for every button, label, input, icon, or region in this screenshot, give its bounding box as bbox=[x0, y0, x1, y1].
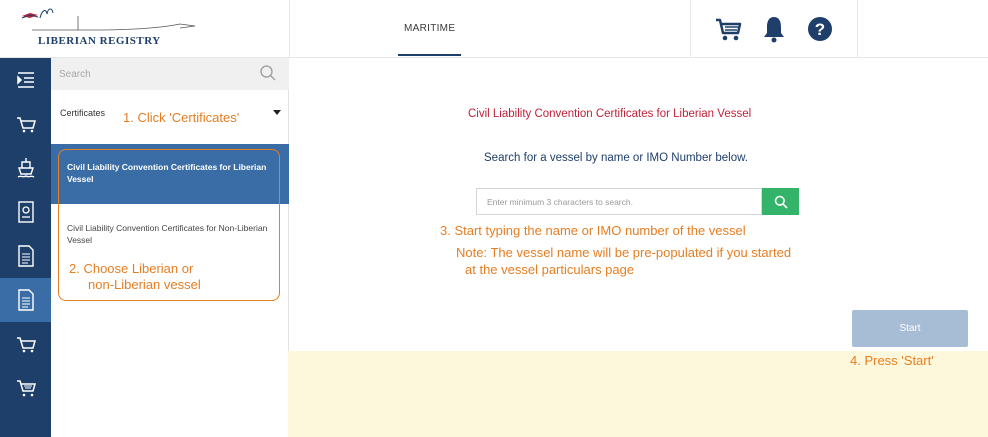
start-button[interactable]: Start bbox=[852, 310, 968, 347]
cart-icon[interactable] bbox=[713, 14, 743, 44]
flag-signature-icon bbox=[21, 8, 196, 31]
ship-icon[interactable] bbox=[0, 146, 51, 190]
sidebar-item-liberian-vessel[interactable]: Civil Liability Convention Certificates … bbox=[51, 144, 289, 204]
annotation-step-2-line-2: non-Liberian vessel bbox=[88, 277, 201, 292]
passport-icon[interactable] bbox=[0, 190, 51, 234]
logo-text: LIBERIAN REGISTRY bbox=[38, 35, 161, 47]
sidebar-item-non-liberian-vessel[interactable]: Civil Liability Convention Certificates … bbox=[51, 208, 289, 258]
annotation-step-4: 4. Press 'Start' bbox=[850, 353, 934, 368]
menu-icon[interactable] bbox=[0, 58, 51, 102]
help-icon[interactable]: ? bbox=[805, 14, 835, 44]
annotation-note-line-2: at the vessel particulars page bbox=[465, 262, 635, 277]
annotation-step-3: 3. Start typing the name or IMO number o… bbox=[440, 223, 746, 238]
ship-cart-icon[interactable] bbox=[0, 366, 51, 410]
sidebar-item-label: Civil Liability Convention Certificates … bbox=[67, 162, 267, 184]
app-header: LIBERIAN REGISTRY MARITIME ? bbox=[0, 0, 988, 58]
sidebar-item-label: Civil Liability Convention Certificates … bbox=[67, 223, 268, 245]
left-rail bbox=[0, 58, 51, 437]
vessel-search-button[interactable] bbox=[762, 188, 799, 215]
cart-icon[interactable] bbox=[0, 102, 51, 146]
annotation-note-line-1: Note: The vessel name will be pre-popula… bbox=[456, 245, 792, 260]
vessel-search-input[interactable] bbox=[476, 188, 762, 215]
caret-down-icon[interactable] bbox=[273, 110, 281, 115]
annotation-step-1: 1. Click 'Certificates' bbox=[123, 110, 240, 125]
sidebar-search-input[interactable] bbox=[59, 64, 249, 84]
document-icon[interactable] bbox=[0, 234, 51, 278]
certificates-label: Certificates bbox=[60, 108, 106, 118]
svg-text:?: ? bbox=[815, 20, 825, 39]
sidebar-search bbox=[51, 58, 289, 90]
tab-maritime[interactable]: MARITIME bbox=[398, 0, 462, 58]
search-icon[interactable] bbox=[259, 64, 277, 82]
document-icon[interactable] bbox=[0, 278, 51, 322]
header-actions: ? bbox=[690, 0, 858, 58]
liberian-registry-logo[interactable]: LIBERIAN REGISTRY bbox=[0, 0, 290, 58]
bell-icon[interactable] bbox=[759, 14, 789, 44]
annotation-step-2-line-1: 2. Choose Liberian or bbox=[69, 261, 194, 276]
page-title: Civil Liability Convention Certificates … bbox=[468, 108, 752, 120]
page-subtitle: Search for a vessel by name or IMO Numbe… bbox=[484, 152, 748, 164]
search-icon bbox=[774, 195, 788, 209]
cart-icon[interactable] bbox=[0, 322, 51, 366]
